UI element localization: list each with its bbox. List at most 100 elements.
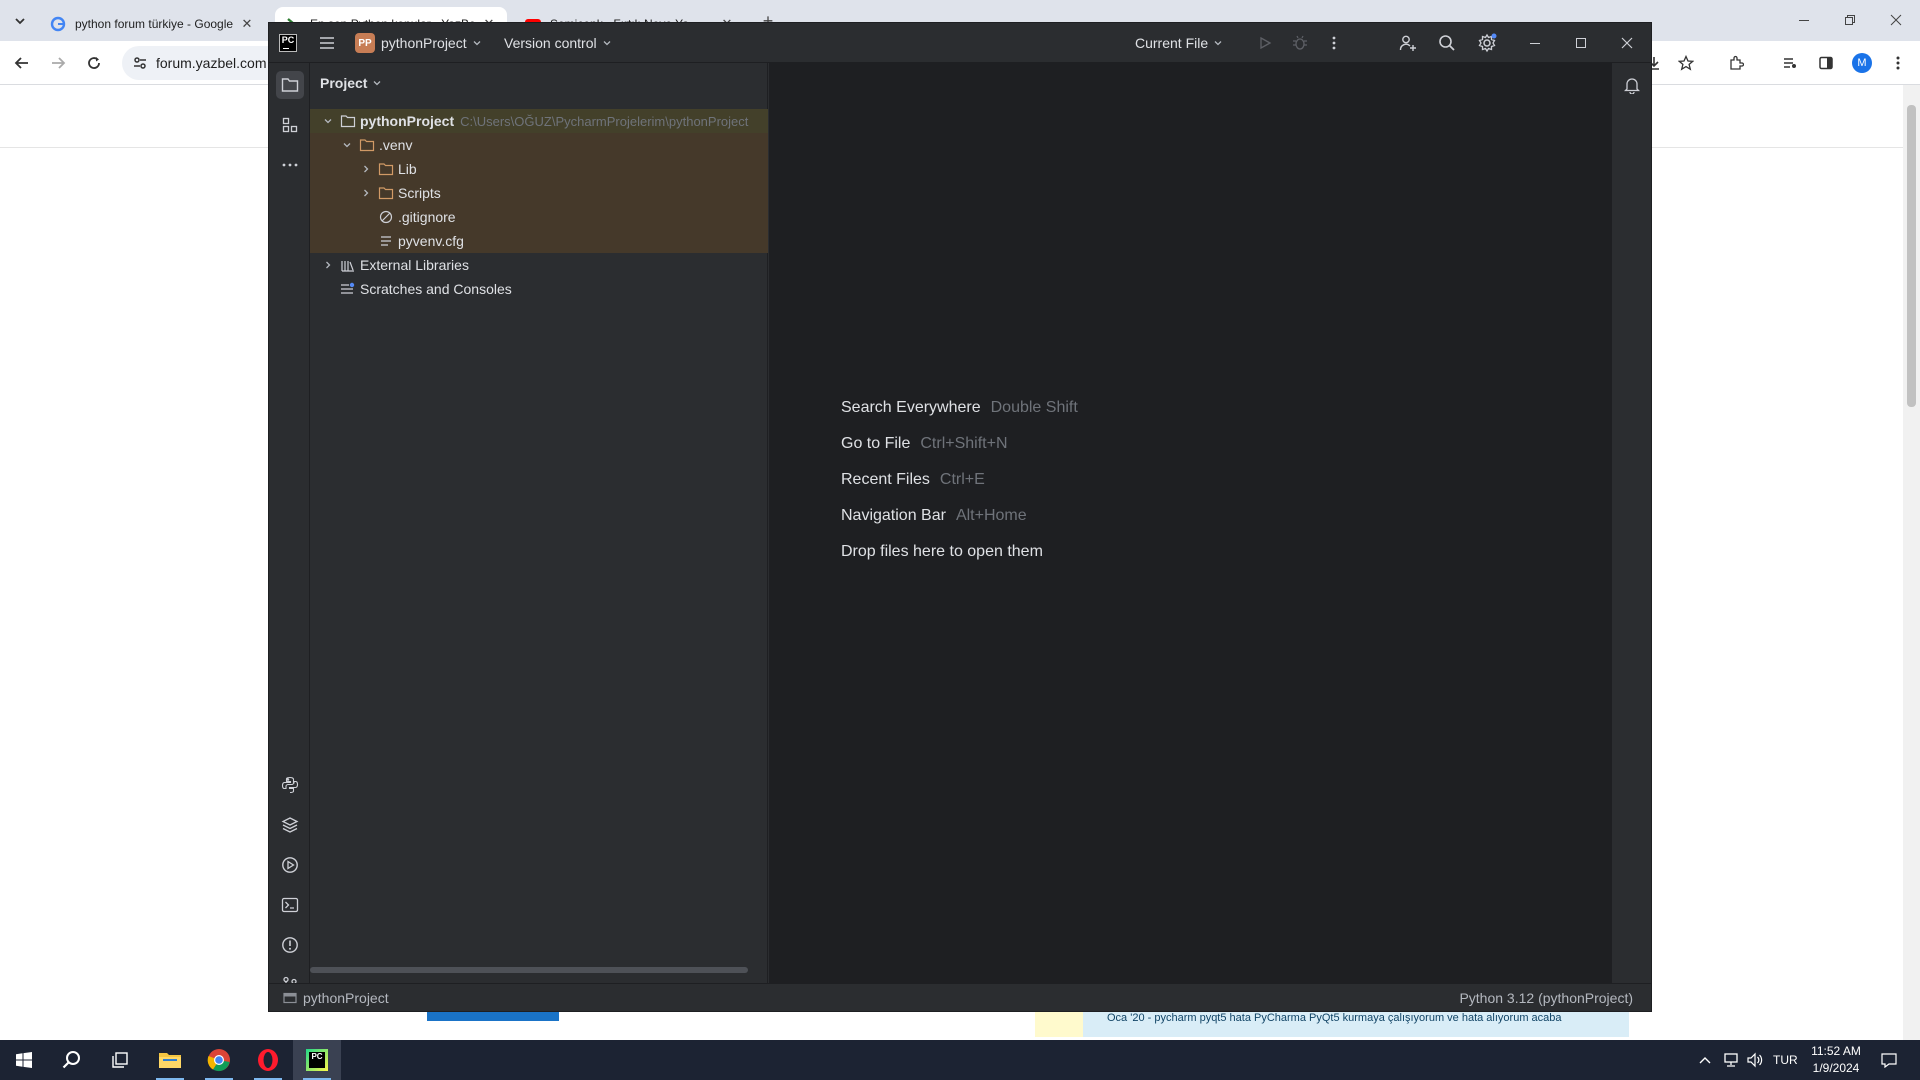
library-icon — [340, 257, 356, 273]
side-panel-icon[interactable] — [1812, 49, 1840, 77]
tree-row-scratches[interactable]: Scratches and Consoles — [310, 277, 768, 301]
chevron-down-icon — [372, 78, 382, 88]
input-language[interactable]: TUR — [1773, 1040, 1798, 1080]
file-explorer-icon[interactable] — [146, 1040, 194, 1080]
page-topic-snippet[interactable]: Oca '20 - pycharm pyqt5 hata PyCharma Py… — [1035, 1011, 1629, 1037]
tree-row-scripts[interactable]: Scripts — [310, 181, 768, 205]
pycharm-taskbar-icon[interactable]: PC — [293, 1040, 341, 1080]
chevron-down-icon[interactable] — [339, 140, 355, 150]
opera-icon[interactable] — [244, 1040, 292, 1080]
extensions-icon[interactable] — [1722, 49, 1750, 77]
hint-navigation-bar[interactable]: Navigation Bar Alt+Home — [841, 507, 1027, 525]
debug-icon[interactable] — [1286, 29, 1314, 57]
action-center-icon[interactable] — [1880, 1040, 1898, 1080]
back-icon[interactable] — [8, 49, 36, 77]
chevron-down-icon[interactable] — [320, 116, 336, 126]
chevron-down-icon — [1213, 38, 1223, 48]
vcs-widget[interactable]: Version control — [504, 23, 612, 63]
chevron-down-icon — [472, 38, 482, 48]
hint-shortcut: Ctrl+E — [939, 471, 985, 488]
status-breadcrumb[interactable]: pythonProject — [283, 984, 389, 1012]
hint-recent-files[interactable]: Recent Files Ctrl+E — [841, 471, 985, 489]
volume-icon[interactable] — [1746, 1040, 1764, 1080]
hint-search-everywhere[interactable]: Search Everywhere Double Shift — [841, 399, 1078, 417]
maximize-icon[interactable] — [1567, 29, 1595, 57]
project-tool-icon[interactable] — [276, 71, 304, 99]
ignored-file-icon — [378, 209, 394, 225]
hint-label: Recent Files — [841, 471, 930, 488]
tab-search-button[interactable] — [6, 7, 34, 35]
browser-menu-icon[interactable] — [1884, 49, 1912, 77]
profile-avatar[interactable]: M — [1848, 49, 1876, 77]
project-badge: PP — [355, 33, 375, 53]
tree-label: .venv — [379, 137, 413, 153]
restore-icon[interactable] — [1836, 6, 1864, 34]
run-icon[interactable] — [1251, 29, 1279, 57]
scrollbar-thumb[interactable] — [1907, 105, 1916, 407]
minimize-icon[interactable] — [1790, 6, 1818, 34]
reload-icon[interactable] — [80, 49, 108, 77]
search-icon[interactable] — [1433, 29, 1461, 57]
page-scrollbar[interactable] — [1903, 85, 1920, 1040]
chevron-right-icon[interactable] — [358, 188, 374, 198]
code-with-me-icon[interactable] — [1394, 29, 1422, 57]
tree-label: Scripts — [398, 185, 441, 201]
bookmark-star-icon[interactable] — [1672, 49, 1700, 77]
horizontal-scrollbar[interactable] — [310, 967, 748, 973]
topic-text: Oca '20 - pycharm pyqt5 hata PyCharma Py… — [1107, 1012, 1562, 1024]
address-text: forum.yazbel.com — [156, 55, 267, 71]
services-icon[interactable] — [276, 851, 304, 879]
run-config-selector[interactable]: Current File — [1135, 23, 1223, 63]
close-window-icon[interactable] — [1882, 6, 1910, 34]
problems-icon[interactable] — [276, 931, 304, 959]
notifications-bell-icon[interactable] — [1618, 71, 1646, 99]
media-control-icon[interactable] — [1776, 49, 1804, 77]
project-widget[interactable]: PP pythonProject — [355, 23, 482, 63]
tree-row-external-libraries[interactable]: External Libraries — [310, 253, 768, 277]
tree-row-pyvenv[interactable]: pyvenv.cfg — [310, 229, 768, 253]
topic-highlight — [1035, 1011, 1083, 1037]
chrome-icon[interactable] — [195, 1040, 243, 1080]
network-icon[interactable] — [1722, 1040, 1740, 1080]
chevron-right-icon[interactable] — [320, 260, 336, 270]
tree-row-project-root[interactable]: pythonProject C:\Users\OĞUZ\PycharmProje… — [310, 109, 768, 133]
forward-icon[interactable] — [44, 49, 72, 77]
minimize-icon[interactable] — [1521, 29, 1549, 57]
hint-go-to-file[interactable]: Go to File Ctrl+Shift+N — [841, 435, 1008, 453]
project-panel-header[interactable]: Project — [320, 75, 382, 91]
scratches-icon — [340, 281, 356, 297]
tree-row-venv[interactable]: .venv — [310, 133, 768, 157]
more-tools-icon[interactable] — [276, 151, 304, 179]
tray-chevron-icon[interactable] — [1698, 1040, 1712, 1080]
editor-area: Search Everywhere Double Shift Go to File… — [769, 63, 1611, 983]
search-icon[interactable] — [48, 1040, 96, 1080]
chevron-right-icon[interactable] — [358, 164, 374, 174]
project-name: pythonProject — [381, 35, 467, 51]
browser-tab-google[interactable]: python forum türkiye - Google ✕ — [40, 7, 265, 41]
interpreter-widget[interactable]: Python 3.12 (pythonProject) — [1459, 984, 1633, 1012]
page-blue-button[interactable] — [427, 1011, 559, 1021]
hint-shortcut: Double Shift — [990, 399, 1078, 416]
python-packages-icon[interactable] — [276, 811, 304, 839]
folder-icon — [359, 137, 375, 153]
structure-tool-icon[interactable] — [276, 111, 304, 139]
settings-gear-icon[interactable] — [1473, 29, 1501, 57]
close-icon[interactable] — [1613, 29, 1641, 57]
task-view-icon[interactable] — [96, 1040, 144, 1080]
close-icon[interactable]: ✕ — [239, 16, 255, 32]
site-settings-icon[interactable] — [132, 55, 148, 71]
status-project: pythonProject — [303, 990, 389, 1006]
tree-row-gitignore[interactable]: .gitignore — [310, 205, 768, 229]
module-icon — [283, 992, 297, 1004]
hint-label: Drop files here to open them — [841, 543, 1043, 560]
folder-icon — [378, 161, 394, 177]
main-menu-icon[interactable] — [313, 29, 341, 57]
tree-row-lib[interactable]: Lib — [310, 157, 768, 181]
python-console-icon[interactable] — [276, 771, 304, 799]
hint-shortcut: Alt+Home — [955, 507, 1027, 524]
start-windows-icon[interactable] — [0, 1040, 48, 1080]
more-actions-icon[interactable] — [1320, 29, 1348, 57]
status-bar: pythonProject Python 3.12 (pythonProject… — [269, 983, 1651, 1011]
taskbar-clock[interactable]: 11:52 AM 1/9/2024 — [1796, 1043, 1876, 1077]
terminal-icon[interactable] — [276, 891, 304, 919]
